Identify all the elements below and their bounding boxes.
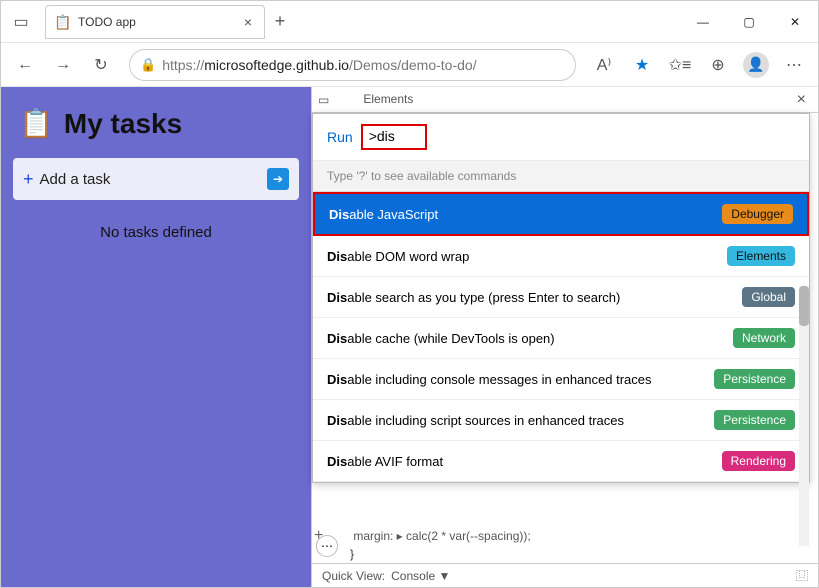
read-aloud-icon[interactable]: A⁾ (586, 47, 622, 83)
content-area: 📋 My tasks + Add a task ➔ No tasks defin… (1, 87, 818, 587)
navbar: ← → ↻ 🔒 https://microsoftedge.github.io/… (1, 43, 818, 87)
command-badge: Global (742, 287, 795, 307)
empty-state: No tasks defined (13, 224, 299, 241)
command-item[interactable]: Disable AVIF formatRendering (313, 441, 809, 482)
command-item[interactable]: Disable search as you type (press Enter … (313, 277, 809, 318)
command-item[interactable]: Disable cache (while DevTools is open)Ne… (313, 318, 809, 359)
command-item[interactable]: Disable DOM word wrapElements (313, 236, 809, 277)
command-input-row: Run (313, 114, 809, 161)
close-tab-icon[interactable]: × (240, 14, 256, 30)
command-input[interactable] (369, 128, 419, 144)
back-button[interactable]: ← (7, 47, 43, 83)
profile-avatar[interactable]: 👤 (738, 47, 774, 83)
command-badge: Persistence (714, 410, 795, 430)
command-input-highlight (361, 124, 427, 150)
elements-tab[interactable]: Elements (359, 88, 417, 112)
code-line: } (340, 545, 810, 563)
command-label: Disable JavaScript (329, 207, 722, 222)
devtools-panel: ▭ Elements × Run Type '?' to see availab… (311, 87, 818, 587)
new-tab-button[interactable]: + (265, 11, 295, 32)
favorite-star-icon[interactable]: ★ (624, 47, 660, 83)
tab-actions-icon[interactable]: ▭ (1, 12, 41, 32)
command-label: Disable DOM word wrap (327, 249, 727, 264)
more-tools-icon[interactable]: ⋯ (316, 535, 338, 557)
command-hint: Type '?' to see available commands (313, 161, 809, 192)
command-label: Disable including script sources in enha… (327, 413, 714, 428)
command-menu: Run Type '?' to see available commands D… (312, 113, 810, 483)
styles-pane: margin: ▸ calc(2 * var(--spacing)); } bo… (340, 527, 810, 563)
favorites-icon[interactable]: ✩≡ (662, 47, 698, 83)
app-title: My tasks (64, 108, 182, 140)
titlebar: ▭ 📋 TODO app × + — ▢ ✕ (1, 1, 818, 43)
command-label: Disable AVIF format (327, 454, 722, 469)
add-submit-button[interactable]: ➔ (267, 168, 289, 190)
command-badge: Network (733, 328, 795, 348)
address-bar[interactable]: 🔒 https://microsoftedge.github.io/Demos/… (129, 49, 576, 81)
command-list: Disable JavaScriptDebuggerDisable DOM wo… (313, 192, 809, 482)
browser-tab[interactable]: 📋 TODO app × (45, 5, 265, 39)
plus-icon: + (23, 169, 34, 190)
dock-icon[interactable]: ⿶ (796, 567, 808, 584)
command-label: Disable search as you type (press Enter … (327, 290, 742, 305)
command-badge: Debugger (722, 204, 793, 224)
lock-icon: 🔒 (140, 57, 156, 73)
todo-app: 📋 My tasks + Add a task ➔ No tasks defin… (1, 87, 311, 587)
tab-title: TODO app (78, 15, 240, 29)
command-item[interactable]: Disable including console messages in en… (313, 359, 809, 400)
command-label: Disable including console messages in en… (327, 372, 714, 387)
scrollbar[interactable] (799, 286, 809, 546)
app-header: 📋 My tasks (19, 107, 299, 140)
scroll-thumb[interactable] (799, 286, 809, 326)
command-item[interactable]: Disable including script sources in enha… (313, 400, 809, 441)
run-label: Run (327, 129, 353, 145)
clipboard-icon: 📋 (54, 14, 70, 30)
settings-more-icon[interactable]: ⋯ (776, 47, 812, 83)
add-task-row[interactable]: + Add a task ➔ (13, 158, 299, 200)
command-label: Disable cache (while DevTools is open) (327, 331, 733, 346)
command-badge: Rendering (722, 451, 795, 471)
quick-view-tab[interactable]: Console ▼ (391, 569, 450, 583)
clipboard-icon: 📋 (19, 107, 54, 140)
maximize-button[interactable]: ▢ (726, 1, 772, 43)
inspect-icon[interactable]: ▭ (318, 93, 329, 107)
refresh-button[interactable]: ↻ (83, 47, 119, 83)
command-badge: Elements (727, 246, 795, 266)
command-item[interactable]: Disable JavaScriptDebugger (313, 192, 809, 236)
command-badge: Persistence (714, 369, 795, 389)
close-window-button[interactable]: ✕ (772, 1, 818, 43)
extensions-icon[interactable]: ⊕ (700, 47, 736, 83)
code-line: margin: ▸ calc(2 * var(--spacing)); (340, 527, 810, 545)
devtools-header: ▭ Elements × (312, 87, 818, 113)
minimize-button[interactable]: — (680, 1, 726, 43)
add-task-input[interactable]: Add a task (40, 171, 267, 188)
quick-view-bar: Quick View: Console ▼ ⿶ (312, 563, 818, 587)
window-controls: — ▢ ✕ (680, 1, 818, 43)
quick-view-label: Quick View: (322, 569, 385, 583)
url-text: https://microsoftedge.github.io/Demos/de… (162, 57, 476, 73)
forward-button[interactable]: → (45, 47, 81, 83)
devtools-close-icon[interactable]: × (791, 89, 812, 111)
